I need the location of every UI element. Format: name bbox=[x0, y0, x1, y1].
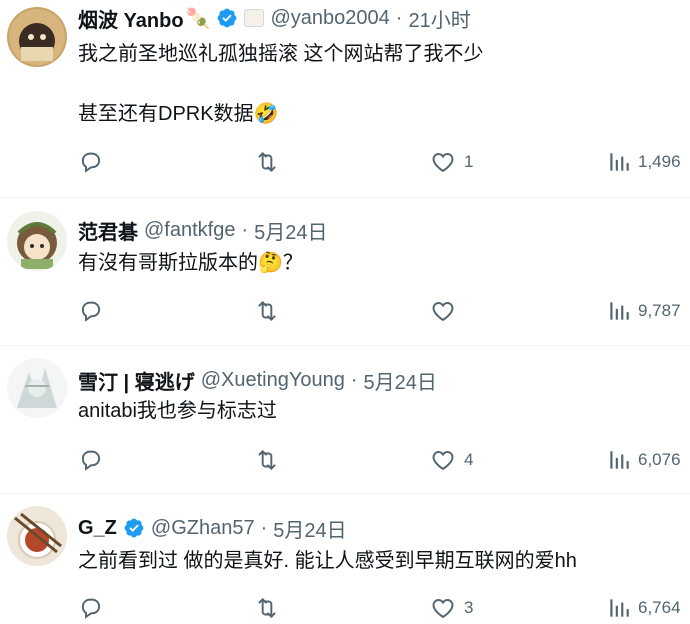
retweet-icon bbox=[258, 301, 276, 321]
retweet-button[interactable] bbox=[254, 444, 288, 476]
reply-icon bbox=[81, 450, 101, 471]
user-handle[interactable]: @yanbo2004 bbox=[270, 7, 389, 30]
like-button[interactable]: 4 bbox=[430, 444, 473, 476]
views-button[interactable]: 1,496 bbox=[606, 146, 681, 178]
tweet-header: 范君碁 @fantkfge · 5月24日 bbox=[78, 216, 328, 244]
heart-icon bbox=[432, 153, 454, 173]
views-count: 6,076 bbox=[638, 450, 681, 469]
tweet-header: G_Z @GZhan57 · 5月24日 bbox=[78, 514, 347, 542]
views-bar-chart-icon bbox=[610, 153, 629, 171]
user-handle[interactable]: @XuetingYoung bbox=[201, 369, 345, 392]
reply-icon bbox=[81, 301, 101, 322]
action-bar: 1 1,496 bbox=[0, 146, 690, 178]
timestamp[interactable]: 5月24日 bbox=[364, 366, 437, 395]
views-bar-chart-icon bbox=[610, 599, 629, 617]
tweet-text-line: 我之前圣地巡礼孤独摇滚 这个网站帮了我不少 bbox=[78, 43, 484, 65]
separator-dot: · bbox=[260, 516, 268, 539]
reply-button[interactable] bbox=[78, 295, 112, 327]
reply-button[interactable] bbox=[78, 146, 112, 178]
timestamp[interactable]: 5月24日 bbox=[254, 216, 327, 245]
timestamp[interactable]: 5月24日 bbox=[273, 514, 346, 543]
tweet-header: 烟波 Yanbo 🍡 @yanbo2004 · 21小时 bbox=[78, 4, 471, 32]
retweet-icon bbox=[258, 152, 276, 172]
name-emoji: 🍡 bbox=[185, 6, 211, 30]
display-name[interactable]: 烟波 Yanbo bbox=[78, 4, 184, 33]
separator-dot: · bbox=[395, 6, 403, 29]
retweet-button[interactable] bbox=[254, 295, 288, 327]
views-button[interactable]: 6,764 bbox=[606, 592, 681, 624]
views-button[interactable]: 6,076 bbox=[606, 444, 681, 476]
heart-icon bbox=[432, 302, 454, 322]
avatar[interactable] bbox=[7, 211, 67, 271]
separator-dot: · bbox=[241, 218, 249, 241]
like-button[interactable] bbox=[430, 295, 464, 327]
timestamp[interactable]: 21小时 bbox=[408, 4, 470, 33]
user-handle[interactable]: @GZhan57 bbox=[151, 517, 255, 540]
views-bar-chart-icon bbox=[610, 302, 629, 320]
like-button[interactable]: 3 bbox=[430, 592, 473, 624]
affiliate-label-icon[interactable] bbox=[244, 9, 265, 27]
views-count: 9,787 bbox=[638, 301, 681, 320]
verified-badge-icon bbox=[216, 7, 238, 29]
tweet-header: 雪汀 | 寝逃げ @XuetingYoung · 5月24日 bbox=[78, 366, 437, 394]
views-count: 1,496 bbox=[638, 152, 681, 171]
verified-badge-icon bbox=[123, 517, 145, 539]
tweet-text-line: 之前看到过 做的是真好. 能让人感受到早期互联网的爱hh bbox=[78, 550, 577, 572]
tweet-text-line: 甚至还有DPRK数据🤣 bbox=[78, 103, 279, 125]
tweet-text-line: 有沒有哥斯拉版本的🤔？ bbox=[78, 252, 303, 274]
retweet-button[interactable] bbox=[254, 146, 288, 178]
avatar[interactable] bbox=[7, 7, 67, 67]
retweet-icon bbox=[258, 450, 276, 470]
display-name[interactable]: 雪汀 | 寝逃げ bbox=[78, 366, 195, 395]
display-name[interactable]: 范君碁 bbox=[78, 216, 138, 245]
avatar[interactable] bbox=[7, 506, 67, 566]
reply-button[interactable] bbox=[78, 592, 112, 624]
display-name[interactable]: G_Z bbox=[78, 517, 117, 540]
action-bar: 4 6,076 bbox=[0, 444, 690, 476]
action-bar: 3 6,764 bbox=[0, 592, 690, 624]
avatar[interactable] bbox=[7, 358, 67, 418]
like-count: 1 bbox=[464, 152, 474, 171]
retweet-button[interactable] bbox=[254, 592, 288, 624]
like-count: 3 bbox=[464, 598, 474, 617]
action-bar: 9,787 bbox=[0, 295, 690, 327]
views-button[interactable]: 9,787 bbox=[606, 295, 681, 327]
heart-icon bbox=[432, 599, 454, 619]
like-button[interactable]: 1 bbox=[430, 146, 473, 178]
reply-icon bbox=[81, 152, 101, 173]
user-handle[interactable]: @fantkfge bbox=[144, 219, 235, 242]
separator-dot: · bbox=[350, 368, 358, 391]
views-bar-chart-icon bbox=[610, 451, 629, 469]
like-count: 4 bbox=[464, 450, 474, 469]
reply-icon bbox=[81, 598, 101, 619]
tweet-text-line: anitabi我也参与标志过 bbox=[78, 400, 277, 422]
reply-button[interactable] bbox=[78, 444, 112, 476]
views-count: 6,764 bbox=[638, 598, 681, 617]
heart-icon bbox=[432, 451, 454, 471]
retweet-icon bbox=[258, 598, 276, 618]
